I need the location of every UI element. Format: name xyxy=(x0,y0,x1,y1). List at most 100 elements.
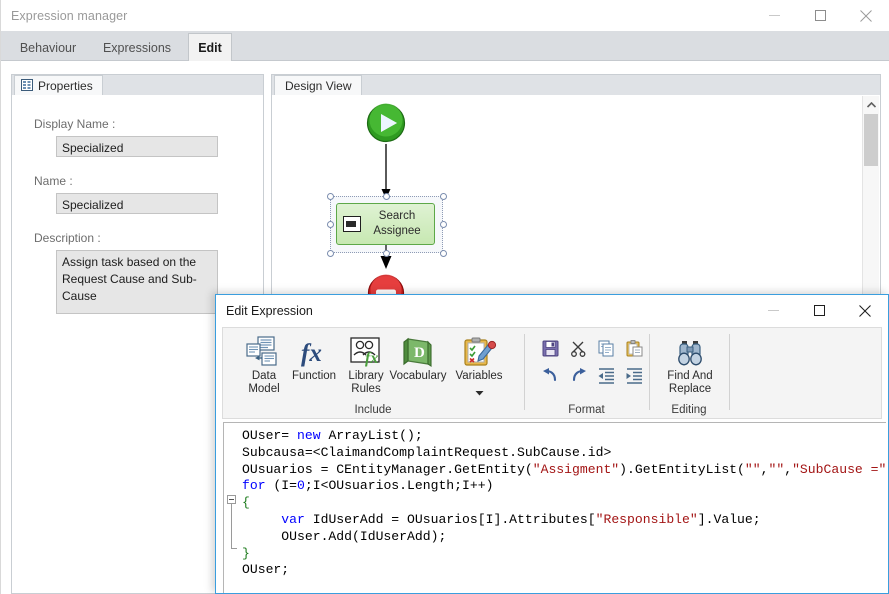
group-divider-3 xyxy=(729,334,730,410)
vocabulary-button[interactable]: D Vocabulary xyxy=(389,332,447,383)
find-replace-binoculars-icon xyxy=(673,332,707,368)
fold-collapse-toggle[interactable] xyxy=(227,495,236,504)
format-group-caption: Format xyxy=(568,404,605,416)
dialog-maximize-icon[interactable] xyxy=(796,295,842,326)
dialog-close-icon[interactable] xyxy=(842,295,888,326)
dialog-window-controls xyxy=(750,295,888,326)
function-button[interactable]: fx Function xyxy=(287,332,341,383)
code-line-1: OUser= new ArrayList(); xyxy=(242,428,423,443)
decrease-indent-icon[interactable] xyxy=(595,364,617,386)
design-tabrow xyxy=(271,74,881,96)
fold-guide-foot xyxy=(231,548,237,549)
code-line-3: OUsuarios = CEntityManager.GetEntity("As… xyxy=(242,461,886,477)
main-titlebar: Expression manager xyxy=(1,0,889,31)
resize-handle-n[interactable] xyxy=(383,193,390,200)
node-label-line2: Assignee xyxy=(373,225,421,237)
main-window-controls xyxy=(751,0,889,31)
tab-properties[interactable]: Properties xyxy=(14,75,103,96)
cut-scissors-icon[interactable] xyxy=(567,337,589,359)
screenshot-root: Expression manager Behaviour Expressions xyxy=(0,0,889,594)
find-and-replace-button[interactable]: Find And Replace xyxy=(662,332,718,396)
increase-indent-icon[interactable] xyxy=(623,364,645,386)
data-model-button[interactable]: Data Model xyxy=(237,332,291,396)
expression-code-editor[interactable]: OUser= new ArrayList(); Subcausa=<Claima… xyxy=(223,422,886,593)
name-input[interactable]: Specialized xyxy=(56,193,218,214)
properties-grid-icon xyxy=(21,78,33,94)
vocabulary-label: Vocabulary xyxy=(389,370,447,382)
ribbon-group-editing: Find And Replace Editing xyxy=(650,328,728,418)
resize-handle-sw[interactable] xyxy=(327,250,334,257)
search-assignee-node-label: Search Assignee xyxy=(363,209,431,239)
library-rules-label-2: Rules xyxy=(351,383,381,395)
tab-expressions-label: Expressions xyxy=(102,40,172,55)
save-icon[interactable] xyxy=(539,337,561,359)
tab-properties-label: Properties xyxy=(38,79,93,93)
display-name-label: Display Name : xyxy=(34,117,116,131)
data-model-label: Data Model xyxy=(248,370,279,396)
svg-text:D: D xyxy=(414,345,425,361)
code-fold-margin[interactable] xyxy=(224,423,240,593)
name-label: Name : xyxy=(34,174,73,188)
undo-icon[interactable] xyxy=(539,364,561,386)
library-rules-label-1: Library xyxy=(348,370,384,382)
fold-guide-line xyxy=(231,504,232,548)
vocabulary-book-icon: D xyxy=(400,332,436,368)
close-icon[interactable] xyxy=(843,0,889,31)
task-node-icon xyxy=(343,216,361,232)
variables-button[interactable]: Variables xyxy=(452,332,506,401)
data-model-label-1: Data xyxy=(251,370,277,382)
start-node[interactable] xyxy=(364,101,408,150)
scroll-up-arrow-icon[interactable] xyxy=(863,96,879,113)
code-line-8: } xyxy=(242,545,250,561)
function-fx-icon: fx xyxy=(296,332,332,368)
code-line-6: var IdUserAdd = OUsuarios[I].Attributes[… xyxy=(281,511,761,527)
find-and-replace-label-1: Find And xyxy=(667,370,713,382)
resize-handle-se[interactable] xyxy=(440,250,447,257)
tab-behaviour-label: Behaviour xyxy=(19,40,77,55)
resize-handle-s[interactable] xyxy=(383,250,390,257)
copy-icon[interactable] xyxy=(595,337,617,359)
ribbon-group-format: Format xyxy=(525,328,648,418)
function-label: Function xyxy=(291,370,337,382)
scrollbar-thumb[interactable] xyxy=(864,114,878,166)
display-name-input[interactable]: Specialized xyxy=(56,136,218,157)
editing-group-caption: Editing xyxy=(671,404,707,416)
code-line-4: for (I=0;I<OUsuarios.Length;I++) xyxy=(242,478,494,494)
tab-edit[interactable]: Edit xyxy=(188,33,232,62)
variables-label: Variables xyxy=(455,370,503,382)
description-input[interactable]: Assign task based on the Request Cause a… xyxy=(56,250,218,314)
resize-handle-nw[interactable] xyxy=(327,193,334,200)
main-window-title: Expression manager xyxy=(11,8,128,23)
code-content[interactable]: OUser= new ArrayList(); Subcausa=<Claima… xyxy=(242,428,886,593)
search-assignee-node[interactable]: Search Assignee xyxy=(336,203,435,245)
dialog-titlebar: Edit Expression xyxy=(216,295,888,326)
node-label-line1: Search xyxy=(378,210,416,222)
tab-edit-label: Edit xyxy=(198,41,222,55)
description-label: Description : xyxy=(34,231,101,245)
tab-expressions[interactable]: Expressions xyxy=(91,34,183,61)
resize-handle-e[interactable] xyxy=(440,221,447,228)
paste-icon[interactable] xyxy=(623,337,645,359)
minimize-icon[interactable] xyxy=(751,0,797,31)
data-model-icon xyxy=(246,332,282,368)
chevron-down-icon[interactable] xyxy=(475,383,484,401)
svg-text:fx: fx xyxy=(365,350,378,367)
maximize-icon[interactable] xyxy=(797,0,843,31)
code-line-2: Subcausa=<ClaimandComplaintRequest.SubCa… xyxy=(242,444,612,460)
tab-design-view[interactable]: Design View xyxy=(274,75,363,96)
ribbon-group-include: Data Model fx Function fx Library Rules … xyxy=(223,328,523,418)
dialog-ribbon: Data Model fx Function fx Library Rules … xyxy=(222,327,882,419)
include-group-caption: Include xyxy=(354,404,392,416)
redo-icon[interactable] xyxy=(567,364,589,386)
resize-handle-ne[interactable] xyxy=(440,193,447,200)
code-line-7: OUser.Add(IdUserAdd); xyxy=(242,528,447,544)
library-rules-button[interactable]: fx Library Rules xyxy=(339,332,393,396)
dialog-minimize-icon[interactable] xyxy=(750,295,796,326)
find-and-replace-label-2: Replace xyxy=(668,383,712,395)
tab-behaviour[interactable]: Behaviour xyxy=(9,34,87,61)
code-line-9: OUser; xyxy=(242,562,290,578)
tab-design-view-label: Design View xyxy=(285,79,352,93)
code-line-5: { xyxy=(242,495,250,511)
resize-handle-w[interactable] xyxy=(327,221,334,228)
edit-expression-dialog: Edit Expression Data Model fx Function f… xyxy=(215,294,889,594)
